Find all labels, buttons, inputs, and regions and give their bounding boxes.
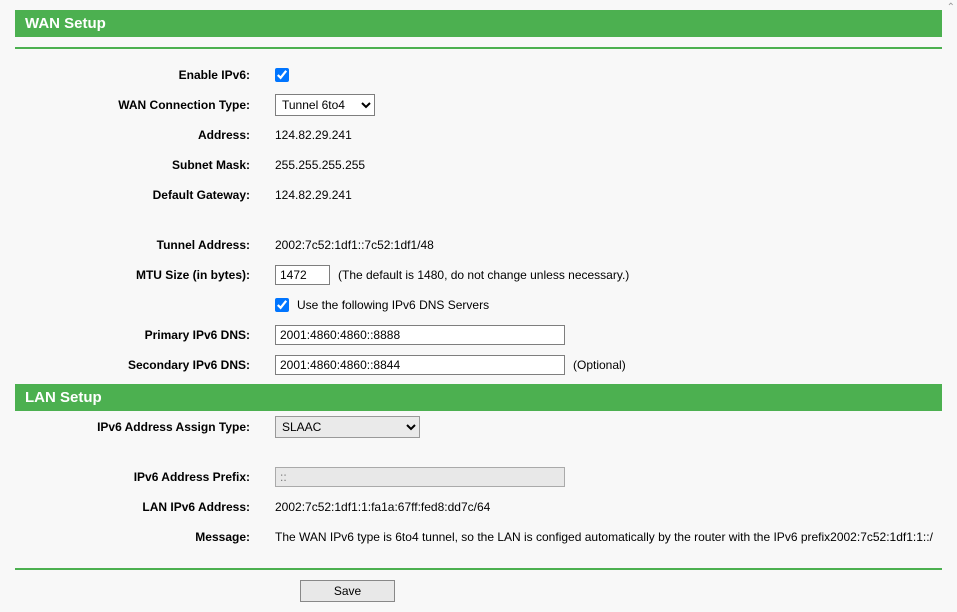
label-default-gateway: Default Gateway: [15, 188, 275, 202]
primary-dns-input[interactable] [275, 325, 565, 345]
label-address: Address: [15, 128, 275, 142]
label-mtu-size: MTU Size (in bytes): [15, 268, 275, 282]
divider [15, 47, 942, 49]
secondary-dns-hint: (Optional) [573, 358, 626, 372]
message-value: The WAN IPv6 type is 6to4 tunnel, so the… [275, 530, 933, 544]
scroll-up-indicator: ⌃ [947, 2, 955, 13]
label-subnet-mask: Subnet Mask: [15, 158, 275, 172]
address-value: 124.82.29.241 [275, 128, 352, 142]
wan-setup-header: WAN Setup [15, 10, 942, 37]
label-lan-ipv6: LAN IPv6 Address: [15, 500, 275, 514]
use-dns-checkbox[interactable] [275, 298, 289, 312]
secondary-dns-input[interactable] [275, 355, 565, 375]
mtu-hint: (The default is 1480, do not change unle… [338, 268, 629, 282]
mtu-size-input[interactable] [275, 265, 330, 285]
label-message: Message: [15, 530, 275, 544]
enable-ipv6-checkbox[interactable] [275, 68, 289, 82]
tunnel-address-value: 2002:7c52:1df1::7c52:1df1/48 [275, 238, 434, 252]
label-enable-ipv6: Enable IPv6: [15, 68, 275, 82]
default-gateway-value: 124.82.29.241 [275, 188, 352, 202]
lan-setup-header: LAN Setup [15, 384, 942, 411]
wan-connection-type-select[interactable]: Tunnel 6to4 [275, 94, 375, 116]
label-prefix: IPv6 Address Prefix: [15, 470, 275, 484]
subnet-mask-value: 255.255.255.255 [275, 158, 365, 172]
lan-ipv6-value: 2002:7c52:1df1:1:fa1a:67ff:fed8:dd7c/64 [275, 500, 490, 514]
divider-bottom [15, 568, 942, 570]
ipv6-assign-type-select[interactable]: SLAAC [275, 416, 420, 438]
label-tunnel-address: Tunnel Address: [15, 238, 275, 252]
use-dns-text: Use the following IPv6 DNS Servers [297, 298, 489, 312]
label-assign-type: IPv6 Address Assign Type: [15, 420, 275, 434]
label-wan-conn-type: WAN Connection Type: [15, 98, 275, 112]
label-secondary-dns: Secondary IPv6 DNS: [15, 358, 275, 372]
label-primary-dns: Primary IPv6 DNS: [15, 328, 275, 342]
ipv6-prefix-input [275, 467, 565, 487]
